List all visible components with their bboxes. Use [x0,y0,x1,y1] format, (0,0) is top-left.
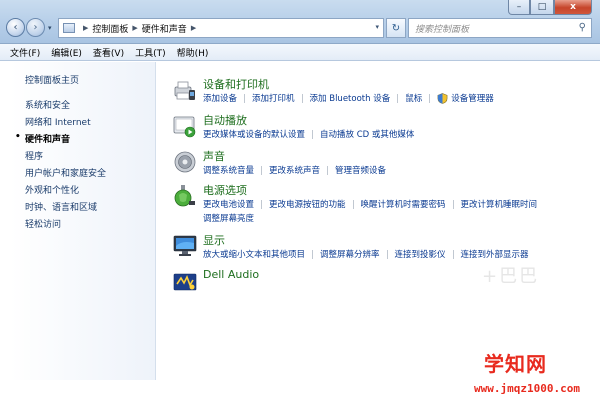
recent-pages-dropdown[interactable]: ▾ [48,24,52,32]
link-mouse[interactable]: 鼠标 [405,92,422,104]
minimize-button[interactable]: – [508,0,530,15]
breadcrumb-separator-icon[interactable]: ▶ [83,24,88,32]
address-dropdown-icon[interactable]: ▾ [375,23,379,31]
link-change-default-media[interactable]: 更改媒体或设备的默认设置 [203,128,305,140]
sidebar-item-appearance[interactable]: 外观和个性化 [25,183,79,196]
site-watermark-name: 学知网 [484,352,547,376]
sidebar-item-hardware-sound[interactable]: • 硬件和声音 [15,132,71,145]
link-row: 更改媒体或设备的默认设置 自动播放 CD 或其他媒体 [203,128,414,140]
link-add-device[interactable]: 添加设备 [203,92,237,104]
link-row: 更改电池设置 更改电源按钮的功能 唤醒计算机时需要密码 更改计算机睡眠时间 [203,198,537,210]
link-adjust-volume[interactable]: 调整系统音量 [203,164,254,176]
category-title[interactable]: Dell Audio [203,268,259,281]
category-title[interactable]: 设备和打印机 [203,76,269,92]
link-separator [452,199,454,209]
link-separator [244,93,246,103]
breadcrumb-separator-icon[interactable]: ▶ [191,24,196,32]
link-text-size[interactable]: 放大或缩小文本和其他项目 [203,248,305,260]
link-projector[interactable]: 连接到投影仪 [395,248,446,260]
menu-help[interactable]: 帮助(H) [177,46,209,59]
search-placeholder: 搜索控制面板 [415,24,470,35]
category-title[interactable]: 电源选项 [203,182,247,198]
forward-arrow-icon: › [33,22,38,33]
sidebar-item-network[interactable]: 网络和 Internet [25,115,91,128]
link-add-printer[interactable]: 添加打印机 [252,92,295,104]
sidebar-item-clock-region[interactable]: 时钟、语言和区域 [25,200,97,213]
display-icon [173,235,197,256]
maximize-button[interactable]: □ [530,0,554,15]
link-separator [301,93,303,103]
link-row: 添加设备 添加打印机 添加 Bluetooth 设备 鼠标 设备管理器 [203,92,494,104]
link-separator [261,165,263,175]
dell-audio-icon [173,273,197,291]
main-panel: 设备和打印机 添加设备 添加打印机 添加 Bluetooth 设备 鼠标 设备管… [157,62,600,380]
sidebar: 控制面板主页 系统和安全 网络和 Internet • 硬件和声音 程序 用户帐户… [10,62,156,380]
link-separator [312,129,314,139]
menu-edit[interactable]: 编辑(E) [51,46,82,59]
faint-watermark: +巴巴 [482,266,540,287]
link-add-bluetooth[interactable]: 添加 Bluetooth 设备 [310,92,391,104]
sidebar-item-user-accounts[interactable]: 用户帐户和家庭安全 [25,166,106,179]
link-separator [312,249,314,259]
breadcrumb-separator-icon[interactable]: ▶ [132,24,137,32]
link-wake-password[interactable]: 唤醒计算机时需要密码 [361,198,446,210]
refresh-icon: ↻ [391,22,401,34]
category-title[interactable]: 显示 [203,232,225,248]
title-bar: – □ x ‹ › ▾ ▶ 控制面板 ▶ 硬件和声音 ▶ ▾ ↻ 搜索控制面板 … [0,0,600,44]
site-watermark-url: www.jmqz1000.com [474,382,580,395]
link-change-sounds[interactable]: 更改系统声音 [269,164,320,176]
link-row: 放大或缩小文本和其他项目 调整屏幕分辨率 连接到投影仪 连接到外部显示器 [203,248,529,260]
link-device-manager[interactable]: 设备管理器 [451,92,494,104]
printer-icon [174,81,195,100]
link-screen-brightness[interactable]: 调整屏幕亮度 [203,212,254,224]
link-separator [452,249,454,259]
window-controls: – □ x [508,0,592,15]
current-page-bullet: • [15,132,21,142]
refresh-button[interactable]: ↻ [386,18,406,38]
forward-button[interactable]: › [26,18,45,37]
link-power-button[interactable]: 更改电源按钮的功能 [269,198,346,210]
link-row: 调整系统音量 更改系统声音 管理音频设备 [203,164,386,176]
link-manage-audio[interactable]: 管理音频设备 [335,164,386,176]
navigation-buttons: ‹ › ▾ [6,18,52,37]
control-panel-icon [63,23,75,33]
power-icon [174,185,195,207]
speaker-icon [174,151,196,173]
address-bar[interactable]: ▶ 控制面板 ▶ 硬件和声音 ▶ ▾ [58,18,384,38]
link-separator [327,165,329,175]
sidebar-item-programs[interactable]: 程序 [25,149,43,162]
sidebar-item-label: 硬件和声音 [25,135,71,145]
breadcrumb-hardware-sound[interactable]: 硬件和声音 [142,22,187,35]
link-sleep-time[interactable]: 更改计算机睡眠时间 [461,198,538,210]
autoplay-icon [173,116,196,138]
sidebar-item-home[interactable]: 控制面板主页 [25,73,79,86]
menu-bar: 文件(F) 编辑(E) 查看(V) 工具(T) 帮助(H) [0,44,600,61]
sidebar-item-system-security[interactable]: 系统和安全 [25,98,70,111]
close-button[interactable]: x [554,0,592,15]
link-autoplay-cd[interactable]: 自动播放 CD 或其他媒体 [320,128,414,140]
link-separator [261,199,263,209]
link-row: 调整屏幕亮度 [203,212,254,224]
link-separator [397,93,399,103]
menu-view[interactable]: 查看(V) [93,46,124,59]
menu-tools[interactable]: 工具(T) [135,46,166,59]
breadcrumb-control-panel[interactable]: 控制面板 [92,22,128,35]
search-input[interactable]: 搜索控制面板 ⚲ [408,18,592,38]
link-battery-settings[interactable]: 更改电池设置 [203,198,254,210]
link-screen-resolution[interactable]: 调整屏幕分辨率 [320,248,380,260]
search-icon[interactable]: ⚲ [579,22,586,33]
category-title[interactable]: 自动播放 [203,112,247,128]
link-separator [386,249,388,259]
sidebar-item-ease-of-access[interactable]: 轻松访问 [25,217,61,230]
back-arrow-icon: ‹ [13,22,18,33]
link-separator [352,199,354,209]
link-external-display[interactable]: 连接到外部显示器 [461,248,529,260]
back-button[interactable]: ‹ [6,18,25,37]
link-separator [429,93,431,103]
menu-file[interactable]: 文件(F) [10,46,40,59]
shield-icon [437,92,448,104]
category-title[interactable]: 声音 [203,148,225,164]
